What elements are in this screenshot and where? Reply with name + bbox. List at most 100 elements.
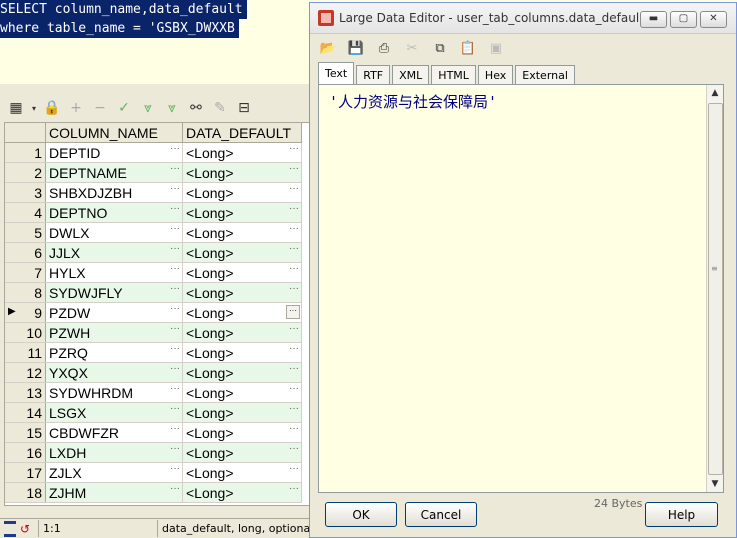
row-number[interactable]: 17 bbox=[5, 462, 46, 483]
tab-rtf[interactable]: RTF bbox=[356, 65, 391, 84]
cell-data-default[interactable]: <Long> ··· bbox=[182, 202, 302, 223]
table-row[interactable]: 15 CBDWFZR ··· <Long> ··· bbox=[5, 422, 302, 443]
table-row[interactable]: 10 PZWH ··· <Long> ··· bbox=[5, 322, 302, 343]
scroll-down-icon[interactable]: ▼ bbox=[707, 476, 723, 492]
table-row[interactable]: 16 LXDH ··· <Long> ··· bbox=[5, 442, 302, 463]
cell-data-default[interactable]: <Long> ··· bbox=[182, 162, 302, 183]
cell-data-default[interactable]: <Long> ··· bbox=[182, 282, 302, 303]
cell-column-name[interactable]: DWLX ··· bbox=[45, 222, 183, 243]
cell-column-name[interactable]: DEPTNAME ··· bbox=[45, 162, 183, 183]
row-number[interactable]: 8 bbox=[5, 282, 46, 303]
cell-data-default[interactable]: <Long> ··· bbox=[182, 402, 302, 423]
tab-text[interactable]: Text bbox=[318, 62, 355, 84]
cell-column-name[interactable]: DEPTID ··· bbox=[45, 142, 183, 163]
cell-data-default[interactable]: <Long> ··· bbox=[182, 242, 302, 263]
cell-column-name[interactable]: PZRQ ··· bbox=[45, 342, 183, 363]
cell-data-default[interactable]: <Long> ··· bbox=[182, 322, 302, 343]
cell-data-default[interactable]: <Long> ··· bbox=[182, 382, 302, 403]
cell-data-default[interactable]: <Long> ··· bbox=[182, 182, 302, 203]
cell-data-default[interactable]: <Long> ··· bbox=[182, 342, 302, 363]
tab-external[interactable]: External bbox=[515, 65, 575, 84]
cell-data-default[interactable]: <Long> ··· bbox=[182, 222, 302, 243]
maximize-button[interactable]: ▢ bbox=[670, 11, 697, 28]
cell-column-name[interactable]: LXDH ··· bbox=[45, 442, 183, 463]
row-number[interactable]: 15 bbox=[5, 422, 46, 443]
table-row[interactable]: ▶ 9 PZDW ··· <Long> ··· bbox=[5, 302, 302, 323]
scroll-thumb[interactable] bbox=[708, 103, 723, 475]
table-row[interactable]: 13 SYDWHRDM ··· <Long> ··· bbox=[5, 382, 302, 403]
cell-column-name[interactable]: YXQX ··· bbox=[45, 362, 183, 383]
row-number[interactable]: 12 bbox=[5, 362, 46, 383]
table-row[interactable]: 5 DWLX ··· <Long> ··· bbox=[5, 222, 302, 243]
find-binoculars-icon[interactable]: ⚯ bbox=[186, 98, 206, 118]
vertical-scrollbar[interactable]: ▲ ≡ ▼ bbox=[706, 85, 723, 492]
minimize-button[interactable]: ▬ bbox=[640, 11, 667, 28]
scroll-up-icon[interactable]: ▲ bbox=[707, 85, 723, 101]
row-number[interactable]: 13 bbox=[5, 382, 46, 403]
cell-column-name[interactable]: ZJLX ··· bbox=[45, 462, 183, 483]
cell-column-name[interactable]: SHBXDJZBH ··· bbox=[45, 182, 183, 203]
cell-column-name[interactable]: HYLX ··· bbox=[45, 262, 183, 283]
cell-data-default[interactable]: <Long> ··· bbox=[182, 442, 302, 463]
cell-column-name[interactable]: PZDW ··· bbox=[45, 302, 183, 323]
copy-icon[interactable]: ⧉ bbox=[430, 38, 450, 58]
row-number[interactable]: 10 bbox=[5, 322, 46, 343]
row-number[interactable]: 6 bbox=[5, 242, 46, 263]
ok-button[interactable]: OK bbox=[325, 502, 397, 527]
cell-column-name[interactable]: JJLX ··· bbox=[45, 242, 183, 263]
table-row[interactable]: 7 HYLX ··· <Long> ··· bbox=[5, 262, 302, 283]
cell-data-default[interactable]: <Long> ··· bbox=[182, 462, 302, 483]
table-row[interactable]: 1 DEPTID ··· <Long> ··· bbox=[5, 142, 302, 163]
delete-row-icon[interactable]: − bbox=[90, 98, 110, 118]
tab-hex[interactable]: Hex bbox=[477, 65, 514, 84]
cell-data-default[interactable]: <Long> ··· bbox=[182, 482, 302, 503]
open-editor-button[interactable]: ··· bbox=[286, 305, 300, 319]
table-row[interactable]: 11 PZRQ ··· <Long> ··· bbox=[5, 342, 302, 363]
table-row[interactable]: 18 ZJHM ··· <Long> ··· bbox=[5, 482, 302, 503]
text-content-area[interactable]: '人力资源与社会保障局' ▲ ≡ ▼ bbox=[318, 84, 724, 493]
row-number[interactable]: 16 bbox=[5, 442, 46, 463]
print-icon[interactable]: ⎙ bbox=[374, 38, 394, 58]
dropdown-arrow-icon[interactable]: ▾ bbox=[30, 98, 38, 118]
row-number[interactable]: ▶ 9 bbox=[5, 302, 46, 323]
cancel-button[interactable]: Cancel bbox=[405, 502, 477, 527]
row-number[interactable]: 7 bbox=[5, 262, 46, 283]
paste-icon[interactable]: 📋 bbox=[458, 38, 478, 58]
table-row[interactable]: 12 YXQX ··· <Long> ··· bbox=[5, 362, 302, 383]
cell-column-name[interactable]: LSGX ··· bbox=[45, 402, 183, 423]
save-icon[interactable]: 💾 bbox=[346, 38, 366, 58]
row-number[interactable]: 4 bbox=[5, 202, 46, 223]
table-row[interactable]: 3 SHBXDJZBH ··· <Long> ··· bbox=[5, 182, 302, 203]
export-icon[interactable]: ⊟ bbox=[234, 98, 254, 118]
cell-data-default[interactable]: <Long> ··· bbox=[182, 262, 302, 283]
last-page-icon[interactable]: ⩔ bbox=[162, 98, 182, 118]
cell-data-default[interactable]: <Long> ··· bbox=[182, 302, 302, 323]
clear-icon[interactable]: ▣ bbox=[486, 38, 506, 58]
table-row[interactable]: 4 DEPTNO ··· <Long> ··· bbox=[5, 202, 302, 223]
open-folder-icon[interactable]: 📂 bbox=[318, 38, 338, 58]
cell-column-name[interactable]: CBDWFZR ··· bbox=[45, 422, 183, 443]
table-row[interactable]: 8 SYDWJFLY ··· <Long> ··· bbox=[5, 282, 302, 303]
close-button[interactable]: ✕ bbox=[700, 11, 727, 28]
dialog-titlebar[interactable]: Large Data Editor - user_tab_columns.dat… bbox=[310, 3, 736, 34]
result-grid[interactable]: COLUMN_NAME DATA_DEFAULT 1 DEPTID ··· <Long… bbox=[4, 122, 310, 506]
row-number[interactable]: 1 bbox=[5, 142, 46, 163]
help-button[interactable]: Help bbox=[645, 502, 718, 527]
row-number[interactable]: 5 bbox=[5, 222, 46, 243]
lock-icon[interactable]: 🔒 bbox=[42, 98, 62, 118]
cell-data-default[interactable]: <Long> ··· bbox=[182, 422, 302, 443]
cell-column-name[interactable]: SYDWHRDM ··· bbox=[45, 382, 183, 403]
cell-data-default[interactable]: <Long> ··· bbox=[182, 142, 302, 163]
row-number[interactable]: 18 bbox=[5, 482, 46, 503]
tab-html[interactable]: HTML bbox=[431, 65, 476, 84]
next-page-icon[interactable]: ⩔ bbox=[138, 98, 158, 118]
column-header-default[interactable]: DATA_DEFAULT bbox=[182, 123, 302, 143]
cell-column-name[interactable]: ZJHM ··· bbox=[45, 482, 183, 503]
row-number[interactable]: 14 bbox=[5, 402, 46, 423]
cell-column-name[interactable]: SYDWJFLY ··· bbox=[45, 282, 183, 303]
table-row[interactable]: 6 JJLX ··· <Long> ··· bbox=[5, 242, 302, 263]
table-row[interactable]: 14 LSGX ··· <Long> ··· bbox=[5, 402, 302, 423]
cell-data-default[interactable]: <Long> ··· bbox=[182, 362, 302, 383]
cell-column-name[interactable]: DEPTNO ··· bbox=[45, 202, 183, 223]
cell-column-name[interactable]: PZWH ··· bbox=[45, 322, 183, 343]
